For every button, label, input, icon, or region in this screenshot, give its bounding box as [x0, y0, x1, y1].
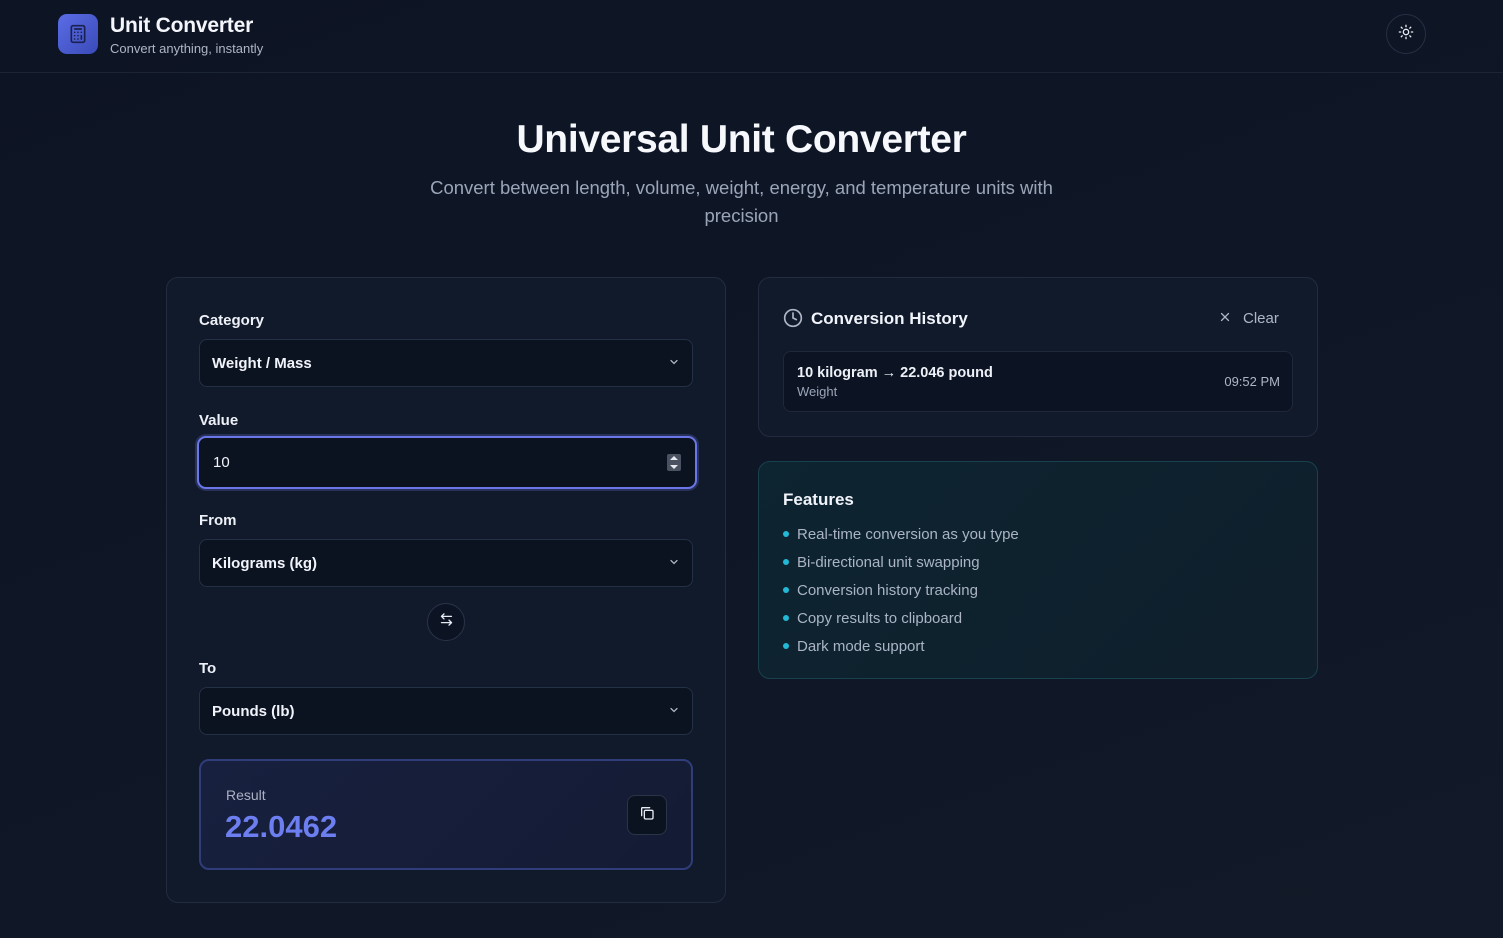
history-title: Conversion History: [811, 309, 968, 328]
close-icon: [1219, 310, 1231, 327]
calculator-icon: [58, 14, 98, 54]
history-item-category: Weight: [797, 384, 838, 399]
feature-text: Dark mode support: [797, 637, 925, 655]
value-input[interactable]: 10: [197, 436, 697, 489]
clear-label: Clear: [1243, 309, 1279, 327]
features-title: Features: [783, 490, 854, 509]
app-title: Unit Converter: [110, 14, 254, 37]
swap-arrows-icon: [439, 612, 454, 632]
page-subtitle: Convert between length, volume, weight, …: [430, 177, 1053, 226]
from-label: From: [199, 512, 237, 529]
feature-text: Copy results to clipboard: [797, 609, 963, 627]
feature-text: Bi-directional unit swapping: [797, 553, 980, 571]
to-unit-select[interactable]: Pounds (lb): [199, 687, 693, 735]
chevron-down-icon: [668, 555, 680, 572]
list-item: Bi-directional unit swapping: [783, 548, 1019, 576]
features-card: Features Real-time conversion as you typ…: [758, 461, 1318, 679]
clock-icon: [783, 308, 803, 333]
bullet-icon: [783, 559, 789, 565]
bullet-icon: [783, 643, 789, 649]
list-item: Dark mode support: [783, 632, 1019, 660]
chevron-down-icon: [668, 355, 680, 372]
features-list: Real-time conversion as you type Bi-dire…: [783, 520, 1019, 660]
category-select[interactable]: Weight / Mass: [199, 339, 693, 387]
feature-text: Conversion history tracking: [797, 581, 978, 599]
copy-icon: [639, 805, 655, 826]
feature-text: Real-time conversion as you type: [797, 525, 1019, 543]
bullet-icon: [783, 531, 789, 537]
bullet-icon: [783, 615, 789, 621]
history-item-time: 09:52 PM: [1224, 374, 1280, 389]
category-label: Category: [199, 312, 265, 329]
value-label: Value: [199, 412, 239, 429]
number-spinner[interactable]: [667, 454, 681, 471]
history-item[interactable]: 10 kilogram → 22.046 pound Weight 09:52 …: [783, 351, 1293, 412]
bullet-icon: [783, 587, 789, 593]
swap-units-button[interactable]: [427, 603, 465, 641]
app-subtitle: Convert anything, instantly: [110, 41, 264, 56]
page-title: Universal Unit Converter: [516, 118, 967, 161]
from-unit-select[interactable]: Kilograms (kg): [199, 539, 693, 587]
result-label: Result: [226, 787, 266, 803]
converter-card: Category Weight / Mass Value 10 From Kil…: [166, 277, 726, 903]
to-unit-value: Pounds (lb): [212, 702, 295, 720]
history-item-text: 10 kilogram → 22.046 pound: [797, 365, 993, 381]
sun-icon: [1398, 24, 1414, 45]
chevron-down-icon: [668, 703, 680, 720]
result-value: 22.0462: [225, 809, 338, 844]
theme-toggle-button[interactable]: [1386, 14, 1426, 54]
result-panel: Result 22.0462: [199, 759, 693, 870]
list-item: Conversion history tracking: [783, 576, 1019, 604]
app-header: Unit Converter Convert anything, instant…: [0, 0, 1503, 73]
list-item: Real-time conversion as you type: [783, 520, 1019, 548]
value-text: 10: [213, 454, 230, 471]
to-label: To: [199, 660, 217, 677]
list-item: Copy results to clipboard: [783, 604, 1019, 632]
from-unit-value: Kilograms (kg): [212, 554, 318, 572]
copy-result-button[interactable]: [627, 795, 667, 835]
history-card: Conversion History Clear 10 kilogram → 2…: [758, 277, 1318, 437]
category-value: Weight / Mass: [212, 354, 312, 372]
clear-history-button[interactable]: Clear: [1219, 306, 1279, 330]
